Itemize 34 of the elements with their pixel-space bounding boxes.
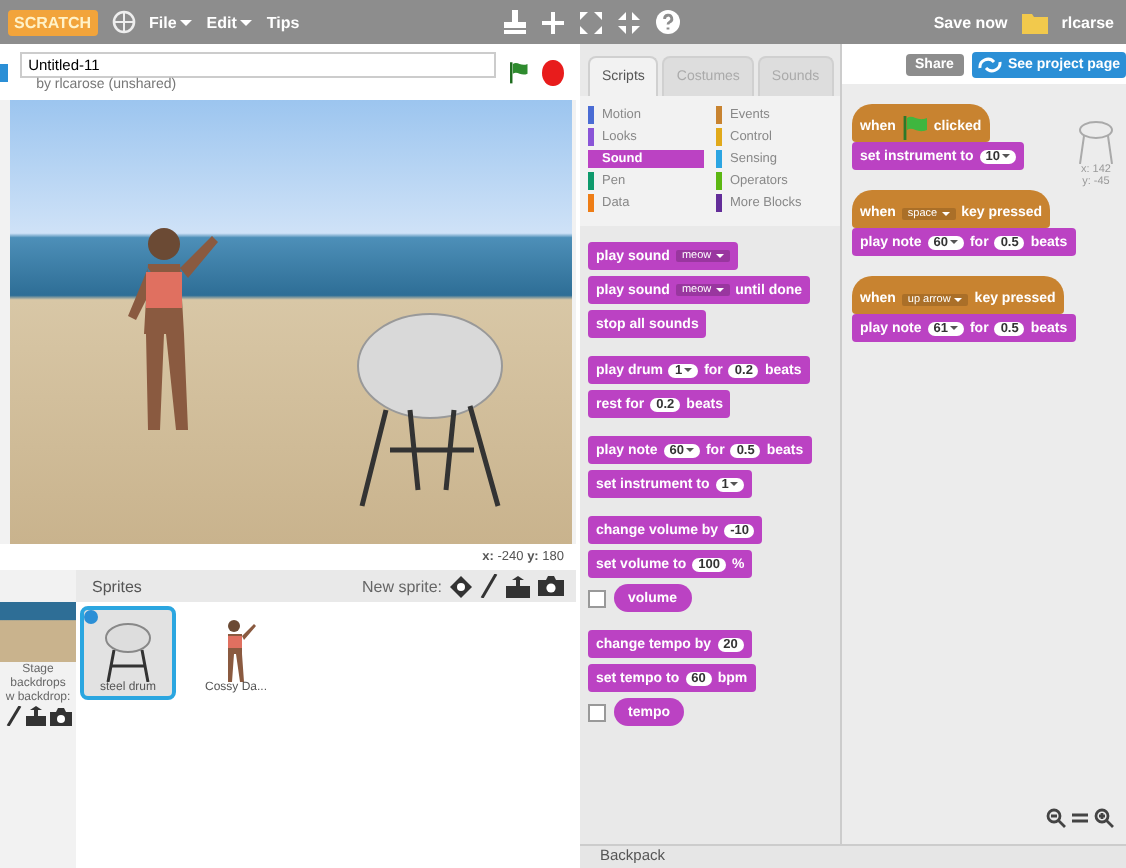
checkbox[interactable] xyxy=(588,703,606,721)
fullscreen-icon[interactable] xyxy=(0,63,9,81)
username[interactable]: rlcarse xyxy=(1061,13,1114,31)
reset-zoom-icon[interactable] xyxy=(1072,808,1088,828)
camera-icon[interactable] xyxy=(538,576,564,596)
sprite-library-icon[interactable] xyxy=(450,575,472,597)
steel-drum-icon xyxy=(102,622,154,682)
sprite-ghost-icon xyxy=(1078,120,1114,164)
arrows-icon xyxy=(977,55,1002,73)
menu-item[interactable]: Tips xyxy=(266,13,300,31)
zoom-in-icon[interactable] xyxy=(1094,808,1114,828)
camera-icon[interactable] xyxy=(49,707,71,725)
cross-icon[interactable] xyxy=(541,11,564,33)
menu-item[interactable]: File xyxy=(149,13,193,31)
save-now-link[interactable]: Save now xyxy=(933,13,1008,31)
grow-icon[interactable] xyxy=(579,11,602,33)
new-sprite-label: New sprite: xyxy=(361,577,442,595)
sprites-heading: Sprites xyxy=(92,577,142,595)
checkbox[interactable] xyxy=(588,589,606,607)
stop-icon[interactable] xyxy=(542,59,564,85)
stage-thumbnail[interactable] xyxy=(0,602,76,662)
shrink-icon[interactable] xyxy=(617,11,640,33)
upload-icon[interactable] xyxy=(25,706,45,726)
flag-icon[interactable] xyxy=(508,58,531,86)
paintbrush-icon[interactable] xyxy=(480,574,498,598)
zoom-out-icon[interactable] xyxy=(1046,808,1066,828)
menu-item[interactable]: Edit xyxy=(206,13,253,31)
info-icon[interactable] xyxy=(84,610,98,624)
paintbrush-icon[interactable] xyxy=(5,706,21,726)
globe-icon[interactable] xyxy=(111,10,136,34)
stamp-icon[interactable] xyxy=(503,10,526,34)
flag-icon xyxy=(901,115,928,139)
upload-icon[interactable] xyxy=(506,575,530,597)
help-icon[interactable] xyxy=(655,10,680,34)
